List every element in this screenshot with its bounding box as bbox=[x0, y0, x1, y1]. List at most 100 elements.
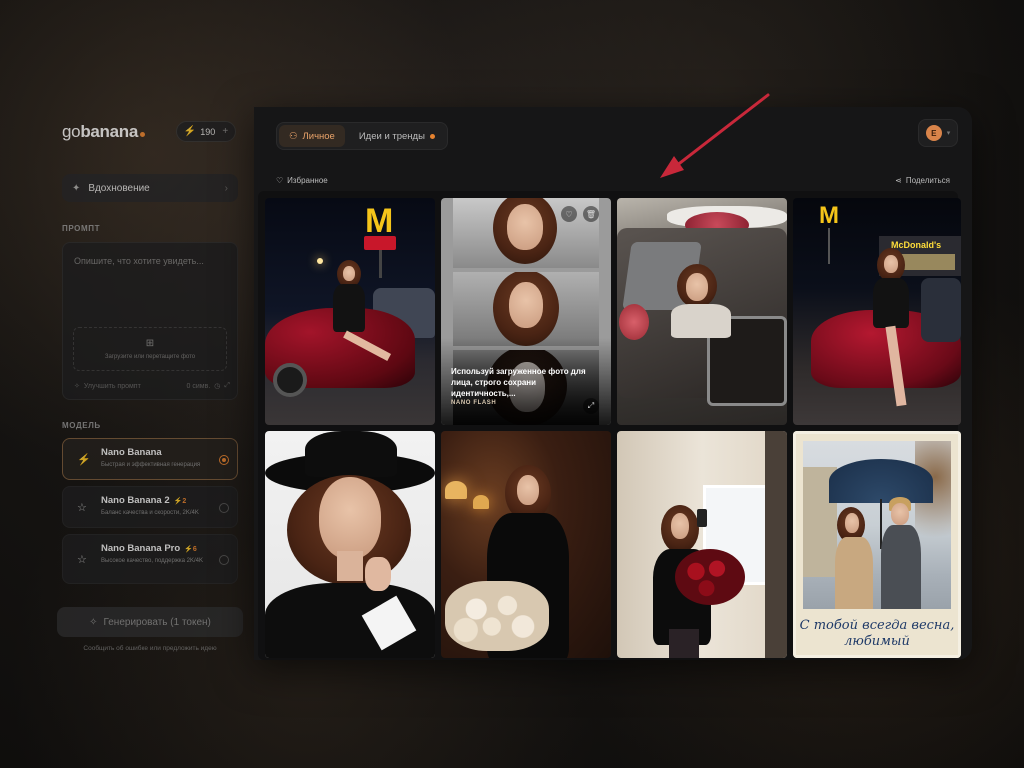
model-option-nano-banana[interactable]: ⚡ Nano Banana Быстрая и эффективная гене… bbox=[62, 438, 238, 480]
logo-text-bold: banana bbox=[80, 122, 139, 141]
tab-ideas-trends[interactable]: Идеи и тренды bbox=[349, 125, 445, 147]
user-icon: ⚇ bbox=[289, 130, 298, 142]
tab-bar: ⚇ Личное Идеи и тренды bbox=[276, 122, 448, 150]
sign-board bbox=[364, 236, 396, 250]
sign-pole bbox=[379, 250, 382, 278]
report-link[interactable]: Сообщить об ошибке или предложить идею bbox=[52, 645, 248, 652]
notification-dot bbox=[429, 133, 435, 139]
model-section-label: МОДЕЛЬ bbox=[62, 421, 101, 430]
trash-icon[interactable]: 🗑 bbox=[583, 206, 599, 222]
roses-left bbox=[619, 304, 649, 340]
gallery-tile[interactable] bbox=[441, 431, 611, 658]
red-roses-bouquet bbox=[675, 549, 745, 605]
sparkle-icon: ✦ bbox=[72, 182, 81, 194]
postcard-caption-line1: С тобой всегда весна, bbox=[799, 618, 955, 633]
model-name: Nano Banana bbox=[101, 447, 162, 458]
sidebar: gobanana ⚡ 190 + ✦ Вдохновение › ПРОМПТ … bbox=[52, 107, 254, 660]
char-count: 0 симв. bbox=[186, 382, 211, 390]
tile-image bbox=[617, 198, 787, 425]
model-description: Быстрая и эффективная генерация bbox=[101, 462, 201, 468]
tab-label: Личное bbox=[302, 130, 335, 142]
image-upload-icon: ⊞ bbox=[145, 338, 155, 349]
heart-icon: ♡ bbox=[276, 176, 284, 185]
triptych-panel-middle bbox=[453, 272, 599, 346]
model-description: Высокое качество, поддержка 2K/4K bbox=[101, 558, 203, 564]
model-name-text: Nano Banana 2 bbox=[101, 495, 170, 506]
gallery-tile[interactable]: M McDonald's bbox=[793, 198, 961, 425]
model-name-text: Nano Banana Pro bbox=[101, 543, 181, 554]
prompt-placeholder: Опишите, что хотите увидеть... bbox=[74, 256, 204, 266]
prompt-section-label: ПРОМПТ bbox=[62, 224, 101, 233]
sparkle-icon: ✧ bbox=[89, 616, 98, 628]
street-light bbox=[317, 258, 323, 264]
tab-label: Идеи и тренды bbox=[358, 130, 425, 142]
gallery-tile[interactable] bbox=[265, 431, 435, 658]
bolt-icon: ⚡ bbox=[183, 126, 197, 137]
white-roses-bouquet bbox=[445, 581, 549, 651]
main-panel: ⚇ Личное Идеи и тренды E ▾ ♡ Избранное ⋖… bbox=[254, 107, 972, 660]
model-name: Nano Banana 2 ⚡2 bbox=[101, 495, 186, 506]
hand bbox=[365, 557, 391, 591]
gallery-tile[interactable] bbox=[617, 198, 787, 425]
model-tag: NANO FLASH bbox=[451, 400, 497, 406]
mcdonalds-logo: M bbox=[819, 202, 839, 229]
gallery-tile[interactable]: С тобой всегда весна, любимый bbox=[793, 431, 961, 658]
model-name: Nano Banana Pro ⚡6 bbox=[101, 543, 197, 554]
inspiration-button[interactable]: ✦ Вдохновение › bbox=[62, 174, 238, 202]
legs bbox=[669, 629, 699, 658]
token-balance[interactable]: ⚡ 190 + bbox=[176, 121, 236, 142]
chevron-right-icon: › bbox=[224, 182, 228, 194]
token-count: 190 bbox=[200, 126, 216, 137]
improve-prompt-button[interactable]: Улучшить промпт bbox=[84, 383, 141, 390]
umbrella bbox=[829, 459, 933, 503]
favorites-button[interactable]: ♡ Избранное bbox=[276, 176, 328, 185]
model-option-nano-banana-pro[interactable]: ☆ Nano Banana Pro ⚡6 Высокое качество, по… bbox=[62, 534, 238, 584]
model-radio[interactable] bbox=[219, 455, 229, 465]
model-radio[interactable] bbox=[219, 503, 229, 513]
bolt-icon: ⚡ bbox=[77, 454, 91, 466]
share-icon: ⋖ bbox=[895, 176, 902, 185]
favorites-label: Избранное bbox=[287, 176, 328, 185]
magic-wand-icon: ✧ bbox=[74, 383, 80, 390]
model-radio[interactable] bbox=[219, 555, 229, 565]
chevron-down-icon: ▾ bbox=[946, 130, 951, 137]
hat-crown bbox=[305, 431, 397, 477]
prompt-input[interactable]: Опишите, что хотите увидеть... ⊞ Загрузи… bbox=[62, 242, 238, 400]
lamp-glow-2 bbox=[473, 495, 489, 509]
generate-button[interactable]: ✧ Генерировать (1 токен) bbox=[57, 607, 243, 637]
clock-icon[interactable]: ◷ bbox=[214, 382, 220, 390]
app-logo[interactable]: gobanana bbox=[62, 122, 146, 142]
tile-image bbox=[617, 431, 787, 658]
tire bbox=[273, 363, 307, 397]
lamp-glow bbox=[445, 481, 467, 499]
star-icon: ☆ bbox=[77, 554, 87, 566]
user-menu[interactable]: E ▾ bbox=[918, 119, 958, 147]
share-button[interactable]: ⋖ Поделиться bbox=[895, 176, 950, 185]
star-icon: ☆ bbox=[77, 502, 87, 514]
expand-icon[interactable]: ⤢ bbox=[583, 398, 599, 414]
sign-pole bbox=[828, 228, 830, 264]
model-cost-value: 6 bbox=[192, 546, 197, 553]
gallery-tile[interactable] bbox=[617, 431, 787, 658]
logo-text-prefix: go bbox=[62, 122, 81, 141]
mcdonalds-logo: M bbox=[365, 202, 394, 240]
photo-upload-zone[interactable]: ⊞ Загрузите или перетащите фото bbox=[73, 327, 227, 371]
plus-icon[interactable]: + bbox=[222, 126, 228, 137]
face bbox=[319, 477, 381, 559]
tile-image: Используй загруженное фото для лица, стр… bbox=[441, 198, 611, 425]
heart-icon[interactable]: ♡ bbox=[561, 206, 577, 222]
gallery-tile-hovered[interactable]: Используй загруженное фото для лица, стр… bbox=[441, 198, 611, 425]
tile-image bbox=[265, 431, 435, 658]
tile-image: M bbox=[265, 198, 435, 425]
gallery-tile[interactable]: M bbox=[265, 198, 435, 425]
mcdonalds-sign-text: McDonald's bbox=[891, 240, 942, 250]
prompt-overlay-text: Используй загруженное фото для лица, стр… bbox=[451, 367, 586, 398]
postcard-caption-line2: любимый bbox=[844, 634, 910, 649]
prompt-footer: ✧ Улучшить промпт 0 симв. ◷ ⤢ bbox=[74, 382, 230, 390]
model-option-nano-banana-2[interactable]: ☆ Nano Banana 2 ⚡2 Баланс качества и скор… bbox=[62, 486, 238, 528]
tab-personal[interactable]: ⚇ Личное bbox=[279, 125, 345, 147]
expand-icon[interactable]: ⤢ bbox=[224, 382, 230, 390]
model-name-text: Nano Banana bbox=[101, 447, 162, 458]
inspiration-label: Вдохновение bbox=[88, 182, 150, 194]
tile-image: С тобой всегда весна, любимый bbox=[793, 431, 961, 658]
